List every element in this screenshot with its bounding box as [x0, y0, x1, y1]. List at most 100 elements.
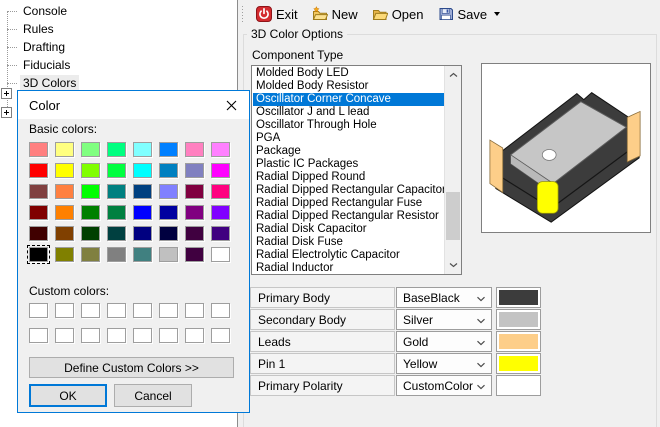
basic-color-swatch[interactable]: [185, 226, 204, 241]
scroll-up-button[interactable]: [445, 67, 461, 83]
custom-color-swatch[interactable]: [185, 303, 204, 318]
basic-color-swatch[interactable]: [107, 184, 126, 199]
custom-color-swatch[interactable]: [81, 328, 100, 343]
basic-color-swatch[interactable]: [133, 226, 152, 241]
dropdown-caret-icon[interactable]: [494, 12, 500, 16]
secondary-body-color-swatch[interactable]: [496, 309, 541, 330]
basic-color-swatch[interactable]: [29, 142, 48, 157]
custom-color-swatch[interactable]: [211, 328, 230, 343]
basic-color-swatch[interactable]: [185, 205, 204, 220]
component-type-option[interactable]: Package: [253, 145, 444, 158]
basic-color-swatch[interactable]: [55, 205, 74, 220]
primary-body-color-swatch[interactable]: [496, 287, 541, 308]
leads-color-swatch[interactable]: [496, 331, 541, 352]
basic-color-swatch[interactable]: [185, 247, 204, 262]
scrollbar[interactable]: [444, 66, 461, 274]
basic-color-swatch[interactable]: [133, 142, 152, 157]
basic-color-swatch[interactable]: [211, 247, 230, 262]
component-type-option[interactable]: Radial Inductor: [253, 262, 444, 273]
basic-color-swatch[interactable]: [55, 226, 74, 241]
component-type-option[interactable]: Radial Dipped Round: [253, 171, 444, 184]
basic-color-swatch[interactable]: [29, 247, 48, 262]
component-type-option[interactable]: PGA: [253, 132, 444, 145]
component-type-option[interactable]: Radial Dipped Rectangular Fuse: [253, 197, 444, 210]
basic-color-swatch[interactable]: [159, 142, 178, 157]
basic-color-swatch[interactable]: [211, 163, 230, 178]
basic-color-swatch[interactable]: [55, 184, 74, 199]
basic-color-swatch[interactable]: [81, 184, 100, 199]
basic-color-swatch[interactable]: [107, 247, 126, 262]
basic-color-swatch[interactable]: [29, 184, 48, 199]
basic-color-swatch[interactable]: [211, 205, 230, 220]
custom-color-swatch[interactable]: [55, 303, 74, 318]
scrollbar-thumb[interactable]: [446, 192, 460, 240]
new-button[interactable]: New: [305, 2, 365, 26]
basic-color-swatch[interactable]: [81, 163, 100, 178]
basic-color-swatch[interactable]: [211, 226, 230, 241]
custom-color-swatch[interactable]: [55, 328, 74, 343]
ok-button[interactable]: OK: [29, 384, 107, 407]
custom-color-swatch[interactable]: [211, 303, 230, 318]
basic-color-swatch[interactable]: [107, 205, 126, 220]
custom-color-swatch[interactable]: [29, 328, 48, 343]
custom-color-swatch[interactable]: [107, 303, 126, 318]
sidebar-item-rules[interactable]: Rules: [0, 20, 230, 38]
basic-color-swatch[interactable]: [133, 247, 152, 262]
basic-color-swatch[interactable]: [55, 163, 74, 178]
sidebar-item-drafting[interactable]: Drafting: [0, 38, 230, 56]
tree-expand-plus-icon[interactable]: [1, 88, 12, 99]
basic-color-swatch[interactable]: [55, 247, 74, 262]
basic-color-swatch[interactable]: [107, 142, 126, 157]
save-button[interactable]: Save: [431, 2, 508, 26]
basic-color-swatch[interactable]: [185, 142, 204, 157]
tree-expand-plus-icon[interactable]: [1, 107, 12, 118]
basic-color-swatch[interactable]: [107, 226, 126, 241]
define-custom-colors-button[interactable]: Define Custom Colors >>: [29, 357, 234, 378]
basic-color-swatch[interactable]: [159, 163, 178, 178]
component-type-option[interactable]: Molded Body LED: [253, 67, 444, 80]
basic-color-swatch[interactable]: [81, 205, 100, 220]
basic-color-swatch[interactable]: [29, 163, 48, 178]
basic-color-swatch[interactable]: [185, 184, 204, 199]
basic-color-swatch[interactable]: [133, 163, 152, 178]
basic-color-swatch[interactable]: [81, 226, 100, 241]
component-type-option[interactable]: Radial Electrolytic Capacitor: [253, 249, 444, 262]
basic-color-swatch[interactable]: [211, 142, 230, 157]
basic-color-swatch[interactable]: [81, 142, 100, 157]
basic-color-swatch[interactable]: [81, 247, 100, 262]
close-icon[interactable]: [213, 91, 249, 119]
basic-color-swatch[interactable]: [159, 184, 178, 199]
basic-color-swatch[interactable]: [107, 163, 126, 178]
cancel-button[interactable]: Cancel: [114, 384, 192, 407]
custom-color-swatch[interactable]: [81, 303, 100, 318]
custom-color-swatch[interactable]: [107, 328, 126, 343]
basic-color-swatch[interactable]: [55, 142, 74, 157]
exit-button[interactable]: Exit: [249, 2, 305, 26]
custom-color-swatch[interactable]: [29, 303, 48, 318]
pin-1-color-swatch[interactable]: [496, 353, 541, 374]
primary-body-color-select[interactable]: BaseBlack: [396, 287, 492, 308]
basic-color-swatch[interactable]: [133, 184, 152, 199]
toolbar-grip[interactable]: [241, 6, 244, 22]
custom-color-swatch[interactable]: [159, 303, 178, 318]
basic-color-swatch[interactable]: [29, 205, 48, 220]
component-type-option[interactable]: Oscillator Corner Concave: [253, 93, 444, 106]
basic-color-swatch[interactable]: [159, 226, 178, 241]
primary-polarity-color-select[interactable]: CustomColor: [396, 375, 492, 396]
basic-color-swatch[interactable]: [159, 247, 178, 262]
basic-color-swatch[interactable]: [211, 184, 230, 199]
leads-color-select[interactable]: Gold: [396, 331, 492, 352]
component-type-option[interactable]: Radial Disk Fuse: [253, 236, 444, 249]
pin-1-color-select[interactable]: Yellow: [396, 353, 492, 374]
custom-color-swatch[interactable]: [185, 328, 204, 343]
custom-color-swatch[interactable]: [133, 303, 152, 318]
custom-color-swatch[interactable]: [133, 328, 152, 343]
color-dialog-titlebar[interactable]: Color: [18, 91, 249, 119]
component-type-option[interactable]: Radial Disk Capacitor: [253, 223, 444, 236]
component-type-option[interactable]: Oscillator Through Hole: [253, 119, 444, 132]
basic-color-swatch[interactable]: [133, 205, 152, 220]
basic-color-swatch[interactable]: [159, 205, 178, 220]
secondary-body-color-select[interactable]: Silver: [396, 309, 492, 330]
scroll-down-button[interactable]: [445, 257, 461, 273]
primary-polarity-color-swatch[interactable]: [496, 375, 541, 396]
